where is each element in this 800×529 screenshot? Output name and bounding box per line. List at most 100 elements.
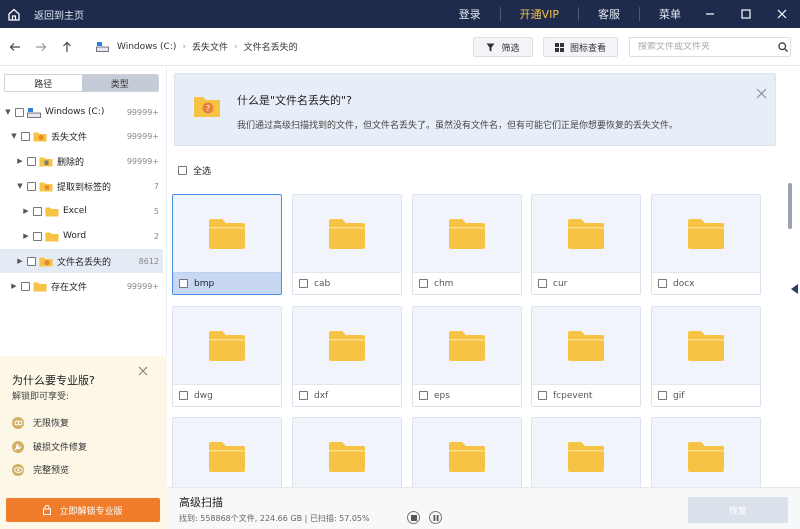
unlock-pro-button[interactable]: 立即解锁专业版	[6, 498, 160, 522]
caret-right-icon[interactable]: ▶	[22, 232, 30, 240]
tree-item-excel[interactable]: ▶ Excel 5	[0, 199, 163, 223]
tree-item-lost-files[interactable]: ▼ 丢失文件 99999+	[0, 124, 163, 148]
filter-button[interactable]: 筛选	[473, 37, 533, 57]
file-card[interactable]: dxf	[292, 306, 402, 407]
scrollbar-thumb[interactable]	[788, 183, 792, 229]
caret-right-icon[interactable]: ▶	[16, 157, 24, 165]
file-card[interactable]: docx	[651, 194, 761, 295]
checkbox[interactable]	[21, 131, 30, 141]
up-arrow-icon[interactable]	[56, 41, 78, 53]
caret-down-icon[interactable]: ▼	[4, 108, 12, 116]
back-to-home-link[interactable]: 返回到主页	[34, 7, 84, 22]
checkbox[interactable]	[15, 107, 24, 117]
folder-icon	[652, 418, 760, 495]
recover-button[interactable]: 恢复	[688, 497, 788, 523]
tree-item-count: 2	[153, 231, 159, 241]
folder-icon	[652, 307, 760, 384]
tree-item-existing-files[interactable]: ▶ 存在文件 99999+	[0, 274, 163, 298]
icon-view-button[interactable]: 图标查看	[543, 37, 618, 57]
tree-item-count: 5	[153, 206, 159, 216]
breadcrumb-item[interactable]: Windows (C:)	[117, 42, 176, 52]
tab-type[interactable]: 类型	[81, 75, 158, 91]
checkbox[interactable]	[179, 391, 188, 400]
checkbox[interactable]	[33, 231, 42, 241]
tree-item-filename-lost[interactable]: ▶ 文件名丢失的 8612	[0, 249, 163, 273]
checkbox[interactable]	[179, 279, 188, 288]
checkbox[interactable]	[27, 181, 36, 191]
caret-right-icon[interactable]: ▶	[10, 282, 18, 290]
pause-icon[interactable]	[429, 511, 442, 524]
file-card[interactable]: eps	[412, 306, 522, 407]
tree-item-deleted[interactable]: ▶ 删除的 99999+	[0, 149, 163, 173]
checkbox[interactable]	[658, 391, 667, 400]
promo-title: 为什么要专业版?	[12, 374, 95, 387]
checkbox[interactable]	[33, 206, 42, 216]
caret-right-icon[interactable]: ▶	[22, 207, 30, 215]
file-card[interactable]	[172, 417, 282, 497]
tree-item-count: 8612	[138, 256, 159, 266]
file-card[interactable]	[531, 417, 641, 497]
checkbox[interactable]	[27, 256, 36, 266]
select-all-checkbox[interactable]	[178, 166, 187, 175]
file-card[interactable]: dwg	[172, 306, 282, 407]
close-icon[interactable]	[764, 0, 800, 28]
file-name: dxf	[314, 390, 329, 401]
collapse-arrow-icon[interactable]	[791, 284, 798, 294]
close-icon[interactable]	[138, 366, 148, 379]
file-card[interactable]: gif	[651, 306, 761, 407]
folder-icon	[532, 307, 640, 384]
select-all[interactable]: 全选	[178, 164, 211, 177]
caret-down-icon[interactable]: ▼	[16, 182, 24, 190]
search-input[interactable]	[638, 42, 778, 52]
home-icon[interactable]	[0, 0, 28, 28]
checkbox[interactable]	[419, 279, 428, 288]
tree-item-tagged[interactable]: ▼ 提取到标签的 7	[0, 174, 163, 198]
deleted-folder-icon	[39, 156, 53, 167]
folder-icon	[293, 195, 401, 272]
maximize-icon[interactable]	[728, 0, 764, 28]
caret-down-icon[interactable]: ▼	[10, 132, 18, 140]
support-link[interactable]: 客服	[598, 6, 620, 22]
scan-status: 找到: 558868个文件, 224.66 GB | 已扫描: 57.05%	[179, 514, 370, 523]
file-card[interactable]: cab	[292, 194, 402, 295]
menu-link[interactable]: 菜单	[659, 6, 681, 22]
checkbox[interactable]	[658, 279, 667, 288]
icon-view-label: 图标查看	[569, 43, 606, 54]
checkbox[interactable]	[538, 391, 547, 400]
checkbox[interactable]	[538, 279, 547, 288]
login-link[interactable]: 登录	[459, 6, 481, 22]
file-card[interactable]	[412, 417, 522, 497]
checkbox[interactable]	[27, 156, 36, 166]
folder-icon	[173, 307, 281, 384]
close-icon[interactable]	[756, 88, 767, 102]
caret-right-icon[interactable]: ▶	[16, 257, 24, 265]
breadcrumb-item[interactable]: 丢失文件	[192, 40, 228, 53]
file-card-footer: chm	[413, 272, 521, 294]
tab-path[interactable]: 路径	[5, 75, 82, 91]
file-card[interactable]	[651, 417, 761, 497]
back-arrow-icon[interactable]	[4, 42, 26, 52]
vip-link[interactable]: 开通VIP	[520, 6, 559, 22]
search-icon[interactable]	[778, 42, 788, 52]
checkbox[interactable]	[299, 391, 308, 400]
folder-icon	[173, 418, 281, 495]
file-card[interactable]	[292, 417, 402, 497]
sidebar: 路径 类型 ▼ Windows (C:) 99999+ ▼ 丢失文件 99999…	[0, 66, 167, 529]
stop-icon[interactable]	[407, 511, 420, 524]
eye-icon	[12, 463, 24, 476]
file-card[interactable]: cur	[531, 194, 641, 295]
checkbox[interactable]	[299, 279, 308, 288]
forward-arrow-icon[interactable]	[30, 42, 52, 52]
checkbox[interactable]	[419, 391, 428, 400]
checkbox[interactable]	[21, 281, 30, 291]
breadcrumb-item[interactable]: 文件名丢失的	[244, 40, 298, 53]
file-card[interactable]: bmp	[172, 194, 282, 295]
minimize-icon[interactable]	[692, 0, 728, 28]
file-card[interactable]: chm	[412, 194, 522, 295]
tree-item-word[interactable]: ▶ Word 2	[0, 224, 163, 248]
info-banner: ? 什么是"文件名丢失的"? 我们通过高级扫描找到的文件，但文件名丢失了。虽然没…	[174, 73, 776, 146]
tree-item-windows-c[interactable]: ▼ Windows (C:) 99999+	[0, 100, 163, 124]
scan-footer: 高级扫描 找到: 558868个文件, 224.66 GB | 已扫描: 57.…	[167, 487, 800, 529]
promo-subtitle: 解锁即可享受:	[12, 392, 70, 402]
file-card[interactable]: fcpevent	[531, 306, 641, 407]
